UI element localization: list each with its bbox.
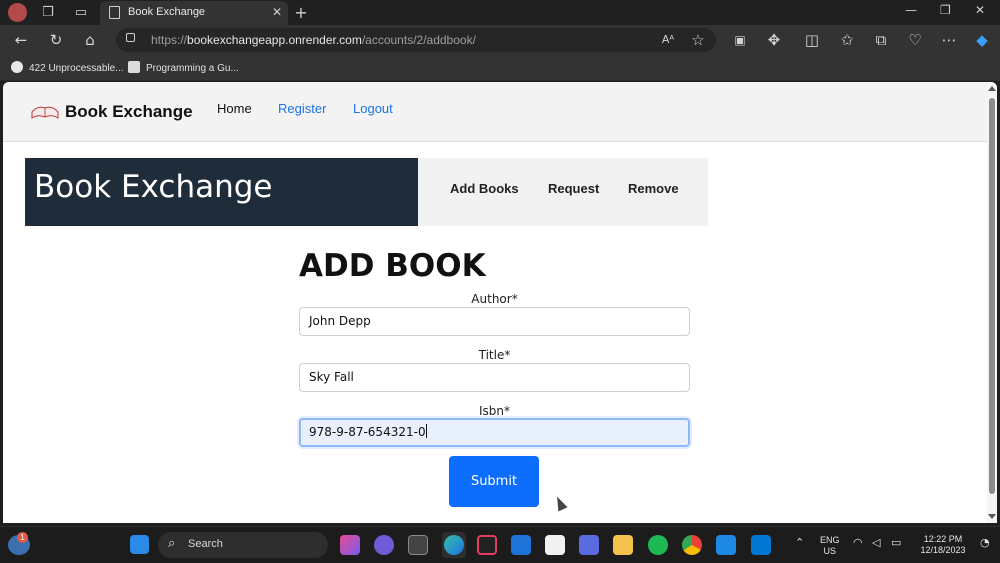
scroll-up-icon[interactable]: [988, 86, 996, 91]
refresh-icon[interactable]: ↻: [47, 31, 65, 49]
windows-taskbar: 1 ⌕ Search ⌃ ENG US ◠ ◁ ▭ 12:22 PM 12/18/2…: [0, 526, 1000, 563]
mail-icon[interactable]: [511, 535, 531, 555]
new-tab-icon[interactable]: +: [292, 4, 310, 22]
copilot-icon[interactable]: ◆: [973, 31, 991, 49]
tab-add-books[interactable]: Add Books: [450, 181, 519, 196]
language-indicator[interactable]: ENG US: [820, 535, 840, 557]
text-caret: [425, 424, 427, 438]
page-scrollbar[interactable]: [987, 82, 997, 523]
address-bar[interactable]: https://bookexchangeapp.onrender.com/acc…: [116, 28, 716, 52]
collections-icon[interactable]: ⧉: [872, 31, 890, 49]
favorite-star-icon[interactable]: ☆: [689, 31, 707, 49]
vscode-icon[interactable]: [751, 535, 771, 555]
terminal-icon[interactable]: [408, 535, 428, 555]
chrome-icon[interactable]: [682, 535, 702, 555]
jetbrains-icon[interactable]: [477, 535, 497, 555]
close-window-icon[interactable]: ✕: [975, 3, 985, 17]
browser-title-bar: ❒ ▭ Book Exchange ✕ + — ❐ ✕: [0, 0, 1000, 25]
more-menu-icon[interactable]: ⋯: [940, 31, 958, 49]
dashboard-bar: Book Exchange Dashboard Add Books Reques…: [25, 158, 708, 264]
volume-icon[interactable]: ◁: [872, 537, 880, 548]
clock[interactable]: 12:22 PM 12/18/2023: [916, 534, 970, 556]
title-label: Title*: [478, 348, 511, 362]
book-logo-icon[interactable]: [30, 103, 60, 121]
home-icon[interactable]: ⌂: [81, 31, 99, 49]
minimize-icon[interactable]: —: [905, 3, 917, 17]
notifications-icon[interactable]: ◔: [980, 537, 990, 548]
store-icon[interactable]: [545, 535, 565, 555]
profile-avatar[interactable]: [8, 3, 27, 22]
page-viewport: Book Exchange Home Register Logout Book …: [3, 82, 997, 523]
bookmarks-bar: 422 Unprocessable... Programming a Gu...: [0, 55, 1000, 81]
page-icon: [109, 6, 120, 19]
spotify-icon[interactable]: [648, 535, 668, 555]
split-screen-icon[interactable]: ◫: [803, 31, 821, 49]
tray-chevron-icon[interactable]: ⌃: [795, 537, 804, 548]
nav-logout-link[interactable]: Logout: [353, 101, 393, 116]
chat-icon[interactable]: [374, 535, 394, 555]
browser-toolbar: ← ↻ ⌂ https://bookexchangeapp.onrender.c…: [0, 25, 1000, 55]
bookmark-programming-guide[interactable]: Programming a Gu...: [128, 61, 239, 74]
notion-icon[interactable]: ▣: [731, 31, 749, 49]
github-icon: [11, 61, 23, 73]
file-explorer-icon[interactable]: [613, 535, 633, 555]
site-navbar: Book Exchange Home Register Logout: [3, 82, 987, 142]
favorites-icon[interactable]: ✩: [838, 31, 856, 49]
submit-button[interactable]: Submit: [449, 456, 539, 507]
book-icon: [128, 61, 140, 73]
nav-home-link[interactable]: Home: [217, 101, 252, 116]
tab-request[interactable]: Request: [548, 181, 599, 196]
isbn-input[interactable]: 978-9-87-654321-0: [299, 418, 690, 447]
author-label: Author*: [471, 292, 518, 306]
site-brand[interactable]: Book Exchange: [65, 102, 193, 122]
read-aloud-icon[interactable]: Aᴬ: [659, 31, 677, 49]
wifi-icon[interactable]: ◠: [853, 537, 863, 548]
scroll-down-icon[interactable]: [988, 514, 996, 519]
url-text: https://bookexchangeapp.onrender.com/acc…: [151, 33, 476, 47]
tab-title: Book Exchange: [128, 6, 206, 18]
close-tab-icon[interactable]: ✕: [272, 5, 282, 19]
back-icon[interactable]: ←: [12, 31, 30, 49]
isbn-label: Isbn*: [478, 404, 510, 418]
lock-icon: [126, 33, 135, 42]
photos-icon[interactable]: [716, 535, 736, 555]
workspaces-icon[interactable]: ❒: [39, 4, 57, 22]
form-heading: ADD BOOK: [299, 248, 486, 284]
search-label: Search: [188, 538, 223, 550]
browser-essentials-icon[interactable]: ♡: [906, 31, 924, 49]
tab-book-exchange[interactable]: Book Exchange ✕: [100, 1, 288, 25]
author-input[interactable]: John Depp: [299, 307, 690, 336]
extensions-icon[interactable]: ✥: [765, 31, 783, 49]
tab-remove[interactable]: Remove: [628, 181, 679, 196]
dashboard-title: Book Exchange Dashboard: [25, 158, 418, 264]
tab-actions-icon[interactable]: ▭: [72, 4, 90, 22]
start-icon[interactable]: [130, 535, 149, 554]
maximize-icon[interactable]: ❐: [940, 3, 951, 17]
notification-badge: 1: [17, 532, 28, 543]
title-input[interactable]: Sky Fall: [299, 363, 690, 392]
nav-register-link[interactable]: Register: [278, 101, 326, 116]
search-icon: ⌕: [168, 536, 176, 551]
scrollbar-thumb[interactable]: [989, 98, 995, 494]
isbn-value: 978-9-87-654321-0: [309, 425, 426, 439]
bookmark-github[interactable]: 422 Unprocessable...: [11, 61, 124, 74]
vpn-icon[interactable]: [579, 535, 599, 555]
edge-icon[interactable]: [444, 535, 464, 555]
teams-icon[interactable]: [340, 535, 360, 555]
battery-icon[interactable]: ▭: [891, 537, 901, 548]
taskbar-search[interactable]: ⌕ Search: [158, 532, 328, 558]
